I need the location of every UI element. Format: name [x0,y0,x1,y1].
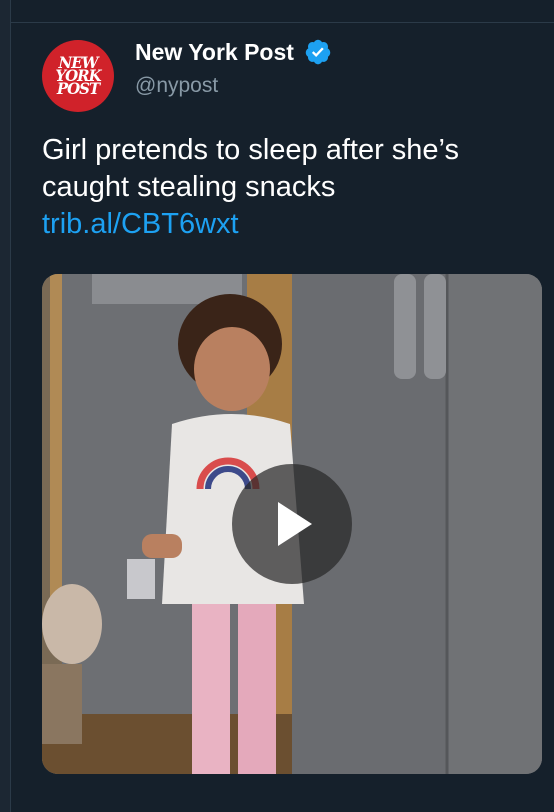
author-name-row[interactable]: New York Post [135,38,332,66]
top-divider [10,22,554,23]
play-button[interactable] [232,464,352,584]
tweet-page: NEW YORK POST New York Post @nypost Girl… [0,0,554,812]
left-divider [0,0,11,812]
author-handle[interactable]: @nypost [135,74,218,98]
avatar-logo-line-3: POST [56,79,100,98]
tweet-text: Girl pretends to sleep after she’s caugh… [42,132,532,243]
verified-badge-icon [305,39,331,65]
tweet-link[interactable]: trib.al/CBT6wxt [42,206,532,243]
tweet-body: Girl pretends to sleep after she’s caugh… [42,134,459,203]
play-icon [278,502,312,546]
avatar[interactable]: NEW YORK POST [42,40,114,112]
author-display-name[interactable]: New York Post [135,39,294,66]
